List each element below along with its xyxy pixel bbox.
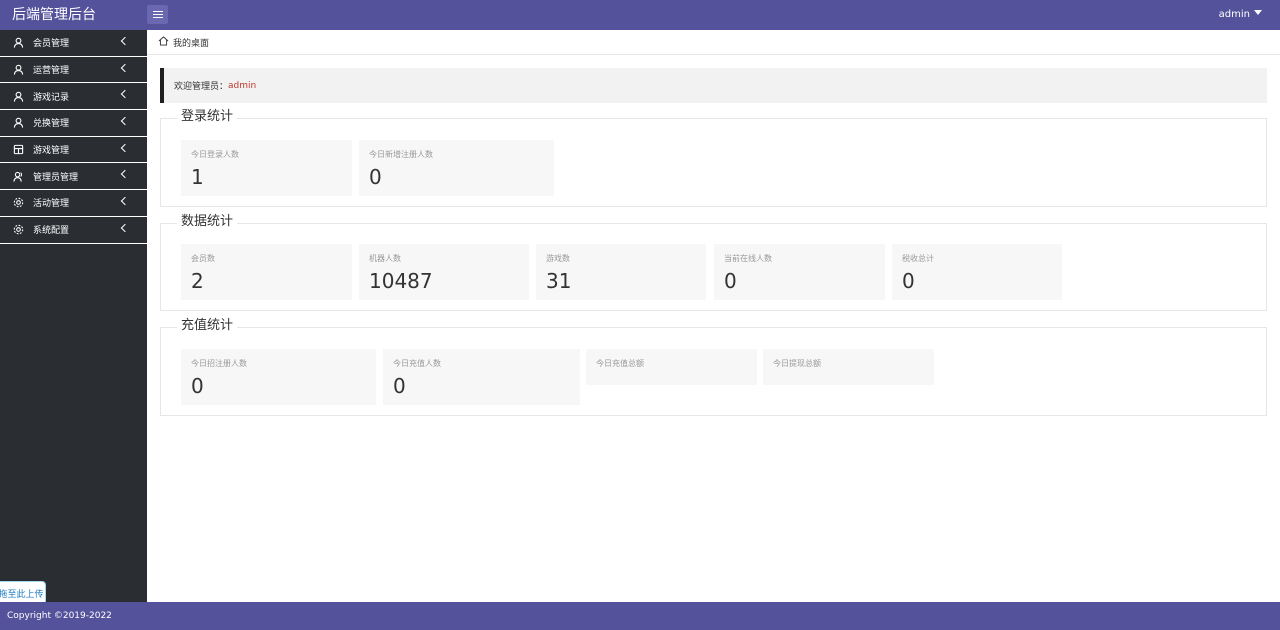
gear-icon	[12, 197, 24, 209]
section-title: 登录统计	[177, 109, 238, 125]
sidebar-item-system-config[interactable]: 系统配置	[0, 217, 147, 244]
stat-label: 税收总计	[902, 254, 934, 263]
breadcrumb: 我的桌面	[147, 30, 1280, 55]
recharge-stats-section: 充值统计 今日招注册人数 0 今日充值人数 0 今日充值总额 今日提现总额	[160, 318, 1267, 416]
stat-value: 0	[369, 165, 382, 189]
stat-value: 0	[191, 374, 204, 398]
sidebar-item-activities[interactable]: 活动管理	[0, 190, 147, 217]
section-title: 数据统计	[177, 214, 238, 230]
stat-label: 今日充值总额	[596, 359, 644, 368]
sidebar-item-operations[interactable]: 运营管理	[0, 57, 147, 84]
stat-card-tax-total: 税收总计 0	[892, 244, 1062, 300]
hamburger-icon-line	[152, 17, 163, 18]
stat-card-today-registrations: 今日新增注册人数 0	[359, 140, 554, 196]
main-content: 我的桌面 欢迎管理员： admin 登录统计 今日登录人数 1 今日新增注册人数 …	[147, 30, 1280, 602]
sidebar-item-label: 系统配置	[33, 226, 70, 237]
stat-value: 2	[191, 269, 204, 293]
login-stats-section: 登录统计 今日登录人数 1 今日新增注册人数 0	[160, 109, 1267, 207]
sidebar-item-admins[interactable]: 管理员管理	[0, 163, 147, 191]
sidebar-item-label: 运营管理	[33, 66, 70, 77]
user-menu[interactable]: admin	[1219, 8, 1262, 22]
stat-value: 0	[724, 269, 737, 293]
top-header: 后端管理后台 admin	[0, 0, 1280, 30]
brand-title: 后端管理后台	[12, 7, 96, 23]
chevron-left-icon	[120, 116, 130, 126]
sidebar-item-members[interactable]: 会员管理	[0, 30, 147, 57]
stat-label: 当前在线人数	[724, 254, 772, 263]
sidebar-item-label: 活动管理	[33, 199, 70, 210]
chevron-left-icon	[120, 170, 130, 179]
chevron-left-icon	[120, 223, 130, 233]
sidebar-item-label: 会员管理	[33, 39, 70, 50]
chevron-left-icon	[120, 63, 130, 72]
welcome-banner: 欢迎管理员： admin	[160, 68, 1267, 103]
stat-card-today-logins: 今日登录人数 1	[181, 140, 352, 196]
caret-down-icon	[1254, 10, 1262, 15]
user-icon	[12, 37, 24, 49]
sidebar-item-label: 管理员管理	[33, 172, 79, 183]
sidebar-item-exchange[interactable]: 兑换管理	[0, 110, 147, 137]
stat-card-today-invited-registrations: 今日招注册人数 0	[181, 349, 376, 405]
stat-value: 10487	[369, 269, 433, 293]
home-icon	[158, 35, 169, 49]
copyright-text: Copyright ©2019-2022	[7, 611, 112, 621]
chevron-left-icon	[120, 196, 130, 206]
stat-value: 31	[546, 269, 572, 293]
hamburger-icon	[152, 11, 163, 12]
user-icon	[12, 117, 24, 129]
users-icon	[12, 170, 24, 182]
stat-label: 今日登录人数	[191, 150, 239, 159]
data-stats-section: 数据统计 会员数 2 机器人数 10487 游戏数 31 当前在线人数 0 税收…	[160, 214, 1267, 311]
stat-label: 会员数	[191, 254, 215, 263]
chevron-left-icon	[120, 143, 130, 152]
menu-toggle-button[interactable]	[147, 5, 168, 24]
sidebar: 会员管理 运营管理 游戏记录 兑换管理 游戏管理 管理员管理 活动管理 系统配置…	[0, 30, 147, 605]
stat-card-members: 会员数 2	[181, 244, 352, 300]
welcome-prefix: 欢迎管理员：	[174, 82, 229, 92]
footer: Copyright ©2019-2022	[0, 602, 1280, 630]
chevron-left-icon	[120, 90, 130, 99]
user-name: admin	[1218, 9, 1250, 20]
stat-card-today-withdraw-total: 今日提现总额	[763, 349, 934, 385]
sidebar-item-label: 游戏记录	[33, 92, 70, 103]
stat-label: 游戏数	[546, 254, 570, 263]
sidebar-item-label: 游戏管理	[33, 146, 70, 157]
stat-card-today-recharge-users: 今日充值人数 0	[383, 349, 580, 405]
welcome-admin-name: admin	[228, 80, 257, 91]
stat-value: 1	[191, 165, 204, 189]
breadcrumb-label[interactable]: 我的桌面	[173, 36, 209, 49]
sidebar-item-game-records[interactable]: 游戏记录	[0, 83, 147, 111]
sidebar-item-games[interactable]: 游戏管理	[0, 137, 147, 164]
stat-value: 0	[393, 374, 406, 398]
hamburger-icon-line	[152, 14, 163, 15]
stat-label: 今日提现总额	[773, 359, 821, 368]
stat-label: 今日新增注册人数	[369, 150, 433, 159]
stat-card-games: 游戏数 31	[536, 244, 706, 300]
user-icon	[12, 64, 24, 76]
stat-value: 0	[902, 269, 915, 293]
user-icon	[12, 90, 24, 102]
stat-label: 今日充值人数	[393, 359, 441, 368]
database-icon	[12, 144, 24, 156]
section-title: 充值统计	[177, 318, 238, 334]
stat-card-today-recharge-total: 今日充值总额	[586, 349, 757, 385]
stat-card-robots: 机器人数 10487	[359, 244, 529, 300]
chevron-left-icon	[120, 36, 130, 46]
stat-label: 今日招注册人数	[191, 359, 247, 368]
stat-card-online-users: 当前在线人数 0	[714, 244, 885, 300]
stat-label: 机器人数	[369, 254, 401, 263]
sidebar-item-label: 兑换管理	[33, 119, 70, 130]
gear-icon	[12, 224, 24, 236]
